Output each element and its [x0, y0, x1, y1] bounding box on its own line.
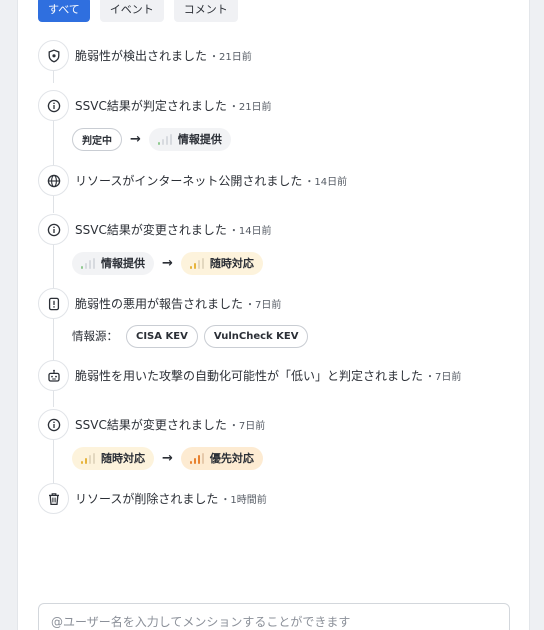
arrow-icon: → — [130, 131, 141, 147]
timeline-event: SSVC結果が変更されました ・7日前 — [38, 409, 265, 440]
ssvc-change: 判定中 → 情報提供 — [72, 127, 231, 151]
level-bars-icon — [81, 257, 95, 269]
timeline-event: SSVC結果が判定されました ・21日前 — [38, 90, 272, 121]
event-text: SSVC結果が変更されました ・14日前 — [75, 223, 272, 237]
event-text: リソースがインターネット公開されました ・14日前 — [75, 174, 348, 188]
timeline-event: 脆弱性を用いた攻撃の自動化可能性が「低い」と判定されました ・7日前 — [38, 360, 461, 391]
timeline-event: リソースがインターネット公開されました ・14日前 — [38, 165, 347, 196]
event-text: SSVC結果が変更されました ・7日前 — [75, 418, 266, 432]
robot-icon — [38, 360, 69, 391]
level-bars-icon — [189, 257, 204, 269]
event-text: 脆弱性の悪用が報告されました ・7日前 — [75, 297, 282, 311]
ssvc-to-badge: 情報提供 — [148, 127, 231, 151]
level-bars-icon — [189, 452, 204, 464]
event-text: リソースが削除されました ・1時間前 — [75, 492, 267, 506]
source-badge: VulnCheck KEV — [203, 324, 309, 348]
arrow-icon: → — [162, 255, 173, 271]
event-time: ・7日前 — [228, 421, 266, 432]
ssvc-to-badge: 随時対応 — [180, 251, 263, 275]
ssvc-change: 随時対応 → 優先対応 — [72, 446, 263, 470]
event-time: ・7日前 — [245, 300, 282, 311]
filter-tabs: すべて イベント コメント — [38, 0, 238, 22]
arrow-icon: → — [162, 450, 173, 466]
ssvc-from-badge: 随時対応 — [72, 446, 154, 470]
info-icon — [38, 214, 69, 245]
source-badge: CISA KEV — [126, 324, 198, 348]
event-time: ・21日前 — [228, 102, 272, 113]
exclamation-file-icon — [38, 288, 69, 319]
event-text: SSVC結果が判定されました ・21日前 — [75, 99, 272, 113]
ssvc-from-badge: 情報提供 — [72, 251, 154, 275]
event-text: 脆弱性を用いた攻撃の自動化可能性が「低い」と判定されました ・7日前 — [75, 369, 462, 383]
source-label: 情報源： — [72, 329, 118, 343]
timeline-event: リソースが削除されました ・1時間前 — [38, 483, 267, 514]
timeline-event: 脆弱性が検出されました ・21日前 — [38, 40, 252, 71]
shield-icon — [38, 40, 69, 71]
event-time: ・1時間前 — [220, 495, 267, 506]
trash-icon — [38, 483, 69, 514]
ssvc-to-badge: 優先対応 — [180, 446, 263, 470]
tab-all[interactable]: すべて — [38, 0, 90, 22]
info-icon — [38, 409, 69, 440]
info-icon — [38, 90, 69, 121]
ssvc-from-badge: 判定中 — [72, 127, 122, 151]
level-bars-icon — [81, 452, 95, 464]
globe-icon — [38, 165, 69, 196]
timeline-event: 脆弱性の悪用が報告されました ・7日前 — [38, 288, 281, 319]
event-time: ・14日前 — [228, 226, 272, 237]
mention-input[interactable]: @ユーザー名を入力してメンションすることができます — [38, 603, 510, 630]
event-time: ・7日前 — [425, 372, 462, 383]
event-time: ・21日前 — [209, 52, 252, 63]
event-text: 脆弱性が検出されました ・21日前 — [75, 49, 252, 63]
event-time: ・14日前 — [304, 177, 348, 188]
ssvc-change: 情報提供 → 随時対応 — [72, 251, 263, 275]
tab-comments[interactable]: コメント — [173, 0, 238, 22]
source-list: 情報源： CISA KEV VulnCheck KEV — [72, 324, 309, 348]
level-bars-icon — [157, 133, 172, 145]
tab-events[interactable]: イベント — [99, 0, 164, 22]
timeline-event: SSVC結果が変更されました ・14日前 — [38, 214, 272, 245]
